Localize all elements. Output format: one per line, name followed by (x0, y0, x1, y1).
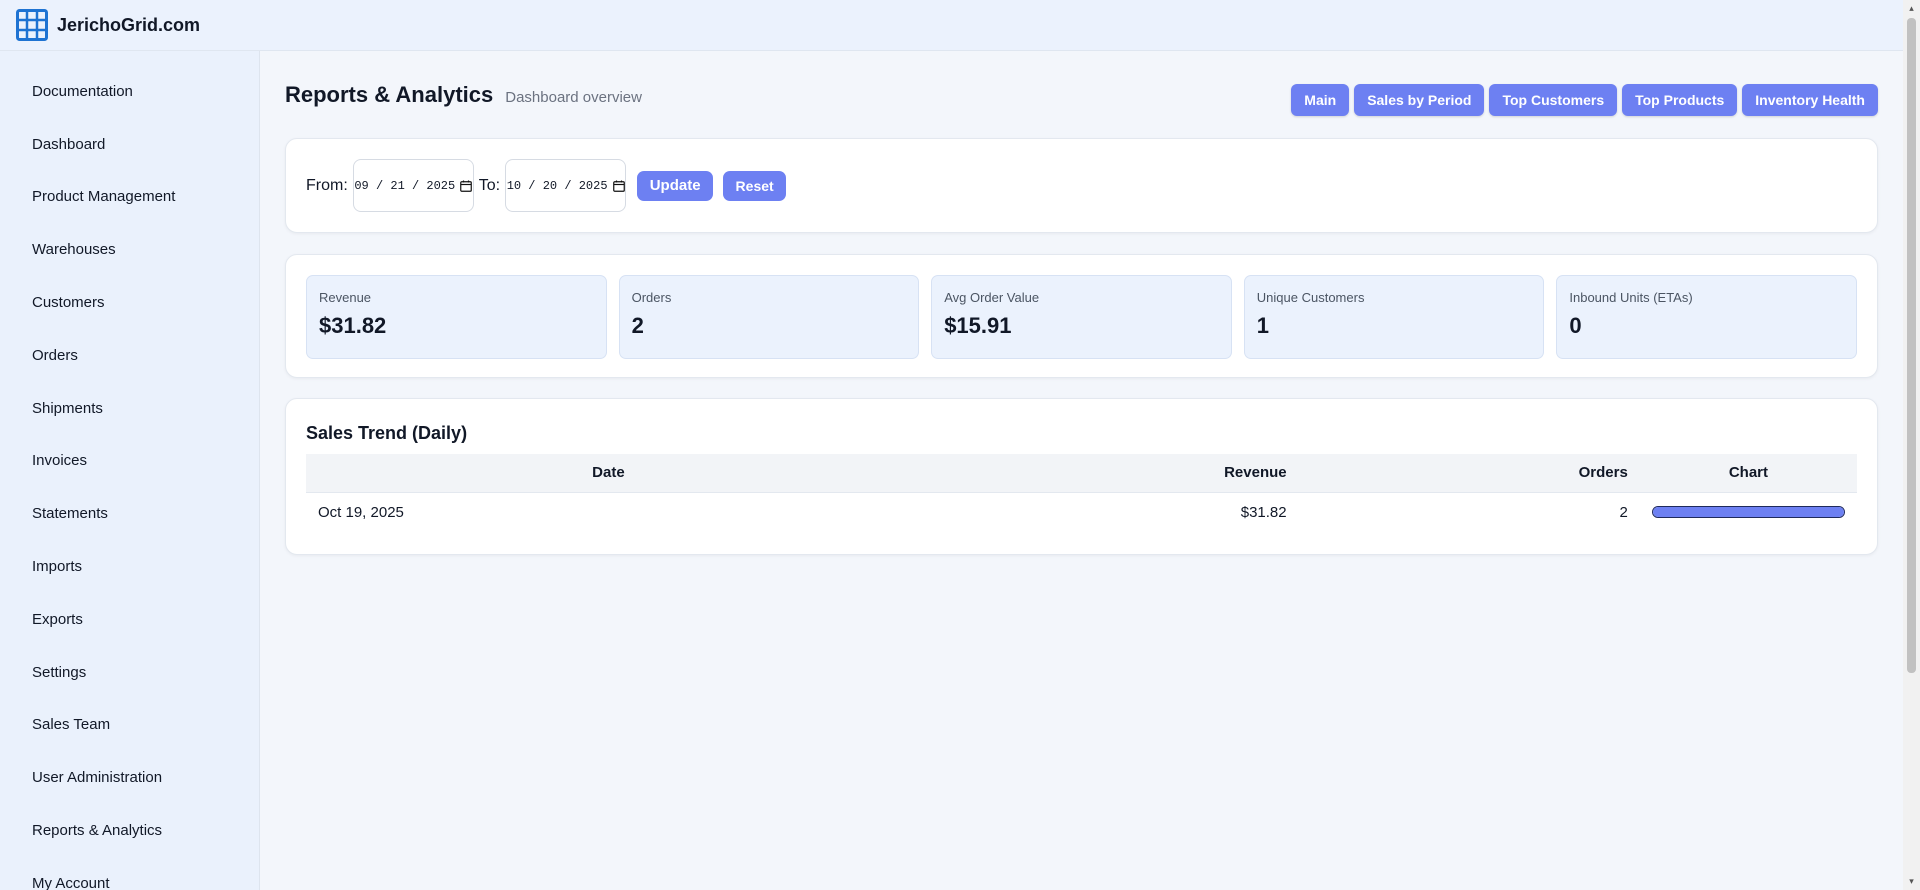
to-label: To: (478, 176, 501, 194)
sidebar-item-my-account[interactable]: My Account (0, 857, 259, 890)
tab-sales-by-period[interactable]: Sales by Period (1354, 84, 1485, 116)
sidebar-item-customers[interactable]: Customers (0, 276, 259, 329)
sales-trend-table: Date Revenue Orders Chart Oct 19, 2025 $… (306, 454, 1857, 532)
sidebar-item-sales-team[interactable]: Sales Team (0, 699, 259, 752)
cell-chart (1640, 492, 1857, 532)
to-date-value: 10 / 20 / 2025 (506, 178, 608, 193)
kpi-value: 1 (1256, 313, 1270, 338)
kpi-card: Revenue $31.82 Orders 2 Avg Order Value … (285, 254, 1878, 378)
sidebar-item-settings[interactable]: Settings (0, 646, 259, 699)
date-filter-card: From: 09 / 21 / 2025 To: 10 / 20 / 2025 … (285, 138, 1878, 233)
grid-icon[interactable] (16, 9, 48, 41)
table-header-row: Date Revenue Orders Chart (306, 454, 1857, 492)
sidebar-item-shipments[interactable]: Shipments (0, 382, 259, 435)
reset-button[interactable]: Reset (723, 170, 787, 201)
kpi-label: Unique Customers (1256, 290, 1365, 305)
scroll-up-arrow-icon[interactable]: ▴ (1907, 4, 1916, 13)
table-row: Oct 19, 2025 $31.82 2 (306, 492, 1857, 532)
sidebar-item-invoices[interactable]: Invoices (0, 435, 259, 488)
kpi-inbound-units: Inbound Units (ETAs) 0 (1556, 275, 1857, 359)
tab-inventory-health[interactable]: Inventory Health (1742, 84, 1878, 116)
kpi-label: Inbound Units (ETAs) (1569, 290, 1693, 305)
kpi-unique-customers: Unique Customers 1 (1243, 275, 1545, 359)
tab-top-products[interactable]: Top Products (1622, 84, 1738, 116)
update-button[interactable]: Update (637, 170, 714, 201)
sidebar-item-exports[interactable]: Exports (0, 593, 259, 646)
cell-date: Oct 19, 2025 (318, 503, 404, 521)
sales-trend-card: Sales Trend (Daily) Date Revenue Orders … (285, 398, 1878, 555)
cell-revenue: $31.82 (1240, 503, 1287, 521)
tab-top-customers[interactable]: Top Customers (1489, 84, 1618, 116)
sidebar-item-product-management[interactable]: Product Management (0, 171, 259, 224)
page-scrollbar[interactable]: ▴ ▾ (1903, 0, 1920, 890)
sidebar-item-documentation[interactable]: Documentation (0, 65, 259, 118)
from-label: From: (306, 176, 348, 194)
sidebar-item-warehouses[interactable]: Warehouses (0, 223, 259, 276)
revenue-bar (1652, 507, 1844, 518)
kpi-avg-order-value: Avg Order Value $15.91 (931, 275, 1232, 359)
report-tabs: Main Sales by Period Top Customers Top P… (1291, 84, 1878, 116)
column-header-revenue[interactable]: Revenue (911, 454, 1299, 492)
sidebar: Documentation Dashboard Product Manageme… (0, 51, 260, 890)
kpi-orders: Orders 2 (618, 275, 920, 359)
sidebar-item-user-administration[interactable]: User Administration (0, 751, 259, 804)
kpi-revenue: Revenue $31.82 (306, 275, 607, 359)
calendar-icon[interactable] (612, 180, 625, 192)
calendar-icon[interactable] (460, 180, 473, 192)
tab-main[interactable]: Main (1291, 84, 1350, 116)
column-header-orders[interactable]: Orders (1299, 454, 1640, 492)
kpi-value: $15.91 (944, 313, 1012, 338)
sidebar-item-statements[interactable]: Statements (0, 487, 259, 540)
kpi-value: 2 (631, 313, 644, 338)
page-subtitle: Dashboard overview (505, 89, 642, 106)
sidebar-item-imports[interactable]: Imports (0, 540, 259, 593)
to-date-input[interactable]: 10 / 20 / 2025 (505, 159, 627, 212)
kpi-label: Revenue (319, 290, 372, 305)
brand-name[interactable]: JerichoGrid.com (57, 15, 200, 36)
from-date-value: 09 / 21 / 2025 (354, 178, 456, 193)
main-content: Reports & Analytics Dashboard overview M… (260, 51, 1903, 890)
sidebar-item-orders[interactable]: Orders (0, 329, 259, 382)
scroll-thumb[interactable] (1907, 18, 1916, 673)
sidebar-item-dashboard[interactable]: Dashboard (0, 118, 259, 171)
column-header-chart: Chart (1728, 464, 1768, 482)
sidebar-item-reports-analytics[interactable]: Reports & Analytics (0, 804, 259, 857)
kpi-label: Avg Order Value (944, 290, 1040, 305)
cell-orders: 2 (1619, 503, 1628, 521)
page-header: Reports & Analytics Dashboard overview (285, 82, 642, 108)
kpi-value: 0 (1569, 313, 1582, 338)
page-title: Reports & Analytics (285, 82, 494, 107)
column-header-date[interactable]: Date (306, 454, 911, 492)
section-title: Sales Trend (Daily) (306, 423, 468, 443)
top-bar: JerichoGrid.com (0, 0, 1903, 51)
scroll-down-arrow-icon[interactable]: ▾ (1907, 877, 1916, 886)
revenue-bar-track (1651, 506, 1845, 519)
from-date-input[interactable]: 09 / 21 / 2025 (352, 159, 474, 212)
kpi-value: $31.82 (319, 313, 387, 338)
kpi-label: Orders (631, 290, 672, 305)
